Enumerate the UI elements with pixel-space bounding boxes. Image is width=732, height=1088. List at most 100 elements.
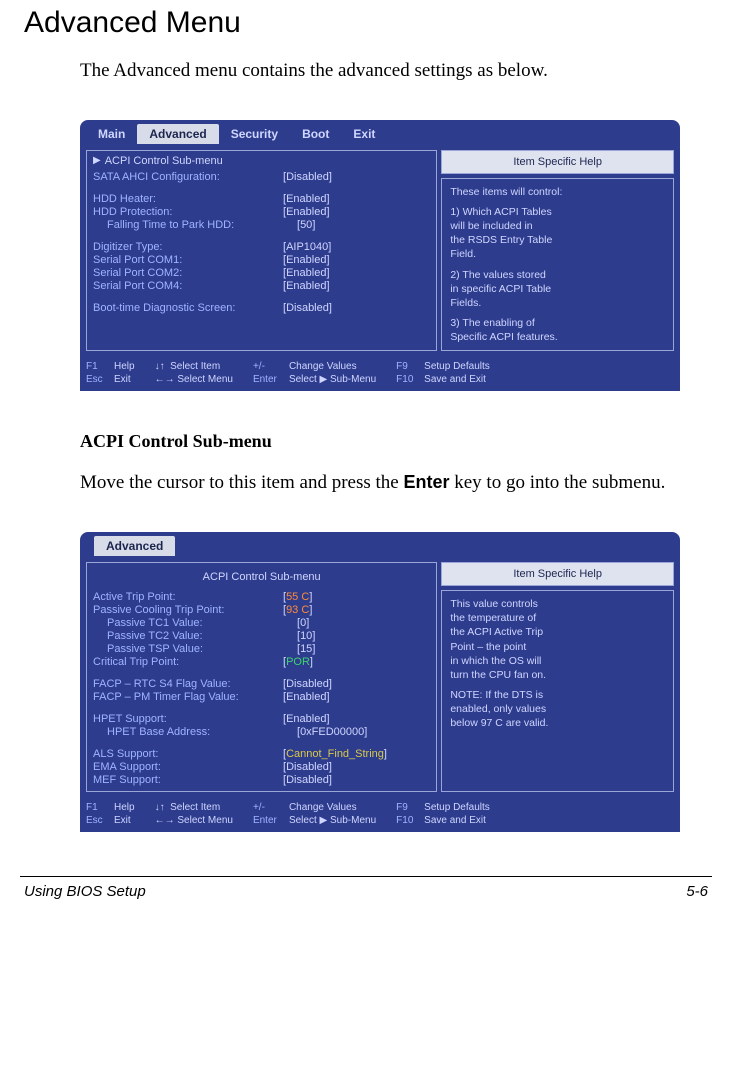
arrows-lr-icon: ←→	[155, 374, 178, 385]
tab-advanced[interactable]: Advanced	[94, 536, 175, 556]
setting-value: [AIP1040]	[283, 241, 331, 253]
setting-row[interactable]: Serial Port COM4:[Enabled]	[93, 280, 430, 292]
setting-row[interactable]: Digitizer Type:[AIP1040]	[93, 241, 430, 253]
row-gap	[93, 704, 430, 712]
setting-label: ALS Support:	[93, 748, 283, 760]
bios-screenshot-advanced: Main Advanced Security Boot Exit ▶ ACPI …	[80, 120, 680, 392]
setting-value: [55 C]	[283, 591, 312, 603]
setting-row[interactable]: FACP – PM Timer Flag Value:[Enabled]	[93, 691, 430, 703]
setting-label: Passive TC2 Value:	[93, 630, 297, 642]
setting-label: Digitizer Type:	[93, 241, 283, 253]
enter-key-label: Enter	[403, 472, 449, 492]
setting-value: [Enabled]	[283, 280, 330, 292]
select-sub-label: Select	[289, 815, 320, 826]
help-pane: Item Specific Help This value controlsth…	[441, 562, 674, 792]
setting-label: Boot-time Diagnostic Screen:	[93, 302, 283, 314]
setting-row[interactable]: Serial Port COM2:[Enabled]	[93, 267, 430, 279]
triangle-right-icon: ▶	[93, 155, 101, 166]
setting-value: [10]	[297, 630, 315, 642]
arrows-lr-icon: ←→	[155, 815, 178, 826]
setting-label: Serial Port COM2:	[93, 267, 283, 279]
key-f1: F1	[86, 361, 114, 372]
bios-footer-keys: F1Help EscExit ↓↑ Select Item ←→ Select …	[80, 798, 680, 832]
bios-tab-bar: Advanced	[80, 532, 680, 556]
select-menu-label: Select Menu	[177, 815, 233, 826]
setting-row[interactable]: Passive TC2 Value:[10]	[93, 630, 430, 642]
tab-exit[interactable]: Exit	[341, 124, 387, 144]
setting-label: FACP – PM Timer Flag Value:	[93, 691, 283, 703]
key-esc: Esc	[86, 374, 114, 385]
setting-label: Serial Port COM1:	[93, 254, 283, 266]
setting-row[interactable]: Passive TC1 Value:[0]	[93, 617, 430, 629]
setting-value: [Cannot_Find_String]	[283, 748, 387, 760]
setting-row[interactable]: Active Trip Point:[55 C]	[93, 591, 430, 603]
submenu-label-suffix: Sub-Menu	[327, 815, 376, 826]
row-gap	[93, 293, 430, 301]
change-values-label: Change Values	[289, 802, 357, 813]
tab-advanced[interactable]: Advanced	[137, 124, 218, 144]
page-title: Advanced Menu	[24, 6, 708, 40]
setting-row[interactable]: EMA Support:[Disabled]	[93, 761, 430, 773]
setting-label: Falling Time to Park HDD:	[93, 219, 297, 231]
setting-label: Passive TC1 Value:	[93, 617, 297, 629]
intro-text: The Advanced menu contains the advanced …	[80, 59, 684, 84]
setting-row[interactable]: ALS Support:[Cannot_Find_String]	[93, 748, 430, 760]
key-help-label: Help	[114, 802, 135, 813]
setting-value: [Disabled]	[283, 302, 332, 314]
help-body: This value controlsthe temperature ofthe…	[441, 590, 674, 792]
setting-label: Critical Trip Point:	[93, 656, 283, 668]
setting-row[interactable]: Serial Port COM1:[Enabled]	[93, 254, 430, 266]
submenu-entry-acpi[interactable]: ▶ ACPI Control Sub-menu	[93, 155, 430, 167]
save-exit-label: Save and Exit	[424, 815, 486, 826]
key-esc: Esc	[86, 815, 114, 826]
setting-row[interactable]: Passive Cooling Trip Point:[93 C]	[93, 604, 430, 616]
submenu-label: ACPI Control Sub-menu	[105, 155, 223, 167]
setting-row[interactable]: Critical Trip Point:[POR]	[93, 656, 430, 668]
setting-label: EMA Support:	[93, 761, 283, 773]
setting-row[interactable]: Falling Time to Park HDD:[50]	[93, 219, 430, 231]
setting-row[interactable]: Boot-time Diagnostic Screen:[Disabled]	[93, 302, 430, 314]
section-text-after: key to go into the submenu.	[449, 472, 665, 493]
setting-row[interactable]: MEF Support:[Disabled]	[93, 774, 430, 786]
submenu-title: ACPI Control Sub-menu	[93, 571, 430, 583]
setting-value: [Enabled]	[283, 193, 330, 205]
footer-right: 5-6	[686, 883, 708, 900]
setting-row[interactable]: HDD Protection:[Enabled]	[93, 206, 430, 218]
select-item-label: Select Item	[170, 361, 220, 372]
setting-value: [0xFED00000]	[297, 726, 367, 738]
key-plusminus: +/-	[253, 361, 289, 372]
setting-label: Passive TSP Value:	[93, 643, 297, 655]
setting-row[interactable]: Passive TSP Value:[15]	[93, 643, 430, 655]
bios-tab-bar: Main Advanced Security Boot Exit	[80, 120, 680, 144]
tab-security[interactable]: Security	[219, 124, 290, 144]
arrows-ud-icon: ↓↑	[155, 802, 171, 813]
left-pane: ▶ ACPI Control Sub-menu SATA AHCI Config…	[86, 150, 437, 352]
key-f1: F1	[86, 802, 114, 813]
help-title: Item Specific Help	[441, 562, 674, 586]
setting-label: HPET Base Address:	[93, 726, 297, 738]
left-pane: ACPI Control Sub-menu Active Trip Point:…	[86, 562, 437, 792]
setting-row[interactable]: SATA AHCI Configuration:[Disabled]	[93, 171, 430, 183]
row-gap	[93, 232, 430, 240]
setting-value: [Enabled]	[283, 206, 330, 218]
setting-row[interactable]: HDD Heater:[Enabled]	[93, 193, 430, 205]
setting-row[interactable]: HPET Base Address:[0xFED00000]	[93, 726, 430, 738]
setting-value: [50]	[297, 219, 315, 231]
change-values-label: Change Values	[289, 361, 357, 372]
setting-value: [POR]	[283, 656, 313, 668]
row-gap	[93, 739, 430, 747]
setting-row[interactable]: HPET Support:[Enabled]	[93, 713, 430, 725]
help-pane: Item Specific Help These items will cont…	[441, 150, 674, 352]
row-gap	[93, 669, 430, 677]
setting-value: [Enabled]	[283, 713, 330, 725]
setting-value: [Disabled]	[283, 761, 332, 773]
section-text: Move the cursor to this item and press t…	[80, 471, 684, 496]
tab-main[interactable]: Main	[86, 124, 137, 144]
setting-row[interactable]: FACP – RTC S4 Flag Value:[Disabled]	[93, 678, 430, 690]
tab-boot[interactable]: Boot	[290, 124, 341, 144]
submenu-label-suffix: Sub-Menu	[327, 374, 376, 385]
key-exit-label: Exit	[114, 374, 131, 385]
setting-label: SATA AHCI Configuration:	[93, 171, 283, 183]
select-menu-label: Select Menu	[177, 374, 233, 385]
key-f10: F10	[396, 815, 424, 826]
